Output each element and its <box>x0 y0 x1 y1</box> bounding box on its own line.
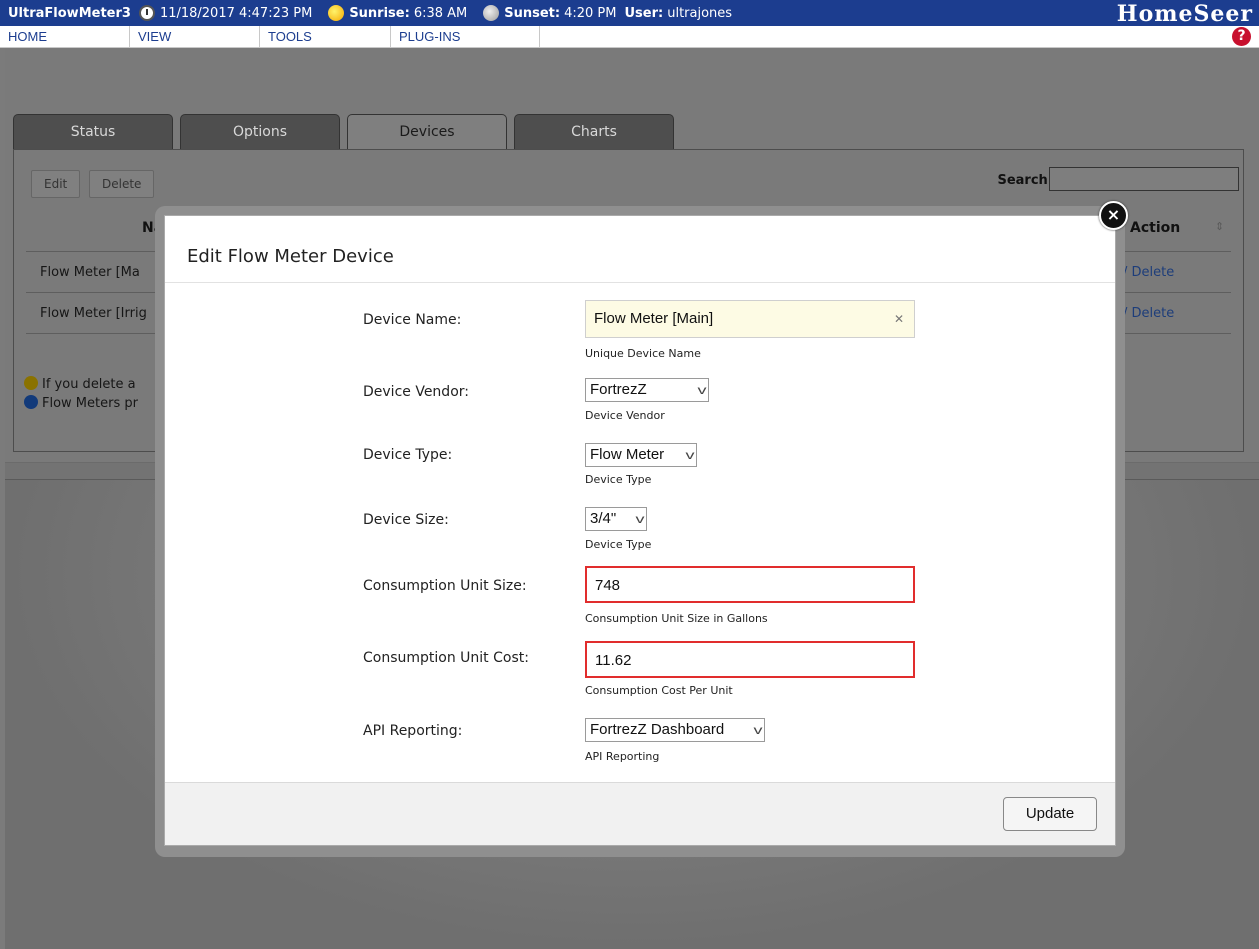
table-row-delete-link[interactable]: / Delete <box>1123 265 1174 280</box>
unit-size-help: Consumption Unit Size in Gallons <box>585 612 768 625</box>
edit-button[interactable]: Edit <box>31 170 81 198</box>
unit-size-label: Consumption Unit Size: <box>363 578 527 594</box>
tab-options[interactable]: Options <box>180 114 340 149</box>
device-name-label: Device Name: <box>363 312 462 328</box>
modal-header: Edit Flow Meter Device <box>165 216 1115 283</box>
info-text: Flow Meters pr <box>42 396 138 411</box>
current-datetime: 11/18/2017 4:47:23 PM <box>159 5 313 21</box>
close-icon[interactable]: × <box>1099 201 1128 230</box>
device-name-input[interactable]: Flow Meter [Main] ✕ <box>585 300 915 338</box>
device-name-help: Unique Device Name <box>585 347 701 360</box>
table-row-name: Flow Meter [Ma <box>40 265 140 280</box>
homeseer-logo: HomeSeer <box>1116 1 1253 27</box>
user-label: User: <box>624 5 664 21</box>
main-nav: HOME VIEW TOOLS PLUG-INS ? <box>0 26 1259 48</box>
chevron-down-icon: v <box>697 383 707 397</box>
unit-cost-label: Consumption Unit Cost: <box>363 650 529 666</box>
table-row-name: Flow Meter [Irrig <box>40 306 147 321</box>
device-vendor-help: Device Vendor <box>585 409 665 422</box>
device-size-select[interactable]: 3/4" v <box>585 507 647 531</box>
unit-size-input[interactable]: 748 <box>585 566 915 603</box>
clock-icon <box>138 5 155 21</box>
device-vendor-value: FortrezZ <box>590 381 647 398</box>
device-vendor-label: Device Vendor: <box>363 384 469 400</box>
nav-home[interactable]: HOME <box>0 26 130 48</box>
sun-icon <box>328 5 345 21</box>
info-note: Flow Meters pr <box>24 395 138 411</box>
edit-device-modal: Edit Flow Meter Device Device Name: Flow… <box>164 215 1116 846</box>
sunset-value: 4:20 PM <box>564 5 617 21</box>
tab-status[interactable]: Status <box>13 114 173 149</box>
warning-note: If you delete a <box>24 376 136 392</box>
nav-view[interactable]: VIEW <box>130 26 260 48</box>
tab-strip: Status Options Devices Charts <box>13 114 681 149</box>
api-reporting-help: API Reporting <box>585 750 660 763</box>
info-icon <box>24 395 38 409</box>
device-vendor-select[interactable]: FortrezZ v <box>585 378 709 402</box>
warning-icon <box>24 376 38 390</box>
table-row-delete-link[interactable]: / Delete <box>1123 306 1174 321</box>
warning-text: If you delete a <box>42 377 136 392</box>
modal-title: Edit Flow Meter Device <box>187 246 394 267</box>
device-type-value: Flow Meter <box>590 446 665 463</box>
sort-icon[interactable]: ⇕ <box>1215 220 1224 233</box>
api-reporting-value: FortrezZ Dashboard <box>590 721 725 738</box>
modal-footer: Update <box>165 782 1115 845</box>
api-reporting-label: API Reporting: <box>363 723 463 739</box>
chevron-down-icon: v <box>685 448 695 462</box>
device-size-label: Device Size: <box>363 512 449 528</box>
unit-cost-input[interactable]: 11.62 <box>585 641 915 678</box>
nav-tools[interactable]: TOOLS <box>260 26 391 48</box>
app-name: UltraFlowMeter3 <box>8 5 131 21</box>
moon-icon <box>483 5 500 21</box>
device-name-value: Flow Meter [Main] <box>594 310 714 327</box>
device-type-select[interactable]: Flow Meter v <box>585 443 697 467</box>
device-type-label: Device Type: <box>363 447 453 463</box>
delete-button[interactable]: Delete <box>89 170 155 198</box>
column-header-action[interactable]: Action <box>1130 220 1180 236</box>
nav-plugins[interactable]: PLUG-INS <box>391 26 540 48</box>
unit-cost-help: Consumption Cost Per Unit <box>585 684 733 697</box>
tab-devices[interactable]: Devices <box>347 114 507 149</box>
clear-icon[interactable]: ✕ <box>894 301 904 337</box>
tab-charts[interactable]: Charts <box>514 114 674 149</box>
device-size-help: Device Type <box>585 538 652 551</box>
search-label: Search: <box>997 173 1053 188</box>
user-value: ultrajones <box>667 5 733 21</box>
sunset-label: Sunset: <box>504 5 561 21</box>
device-type-help: Device Type <box>585 473 652 486</box>
sunrise-value: 6:38 AM <box>413 5 468 21</box>
help-icon[interactable]: ? <box>1232 27 1251 46</box>
update-button[interactable]: Update <box>1003 797 1097 831</box>
chevron-down-icon: v <box>635 512 645 526</box>
top-header-bar: UltraFlowMeter3 11/18/2017 4:47:23 PM Su… <box>0 0 1259 27</box>
chevron-down-icon: v <box>753 723 763 737</box>
sunrise-label: Sunrise: <box>349 5 410 21</box>
api-reporting-select[interactable]: FortrezZ Dashboard v <box>585 718 765 742</box>
search-input[interactable] <box>1049 167 1239 191</box>
device-size-value: 3/4" <box>590 510 617 527</box>
